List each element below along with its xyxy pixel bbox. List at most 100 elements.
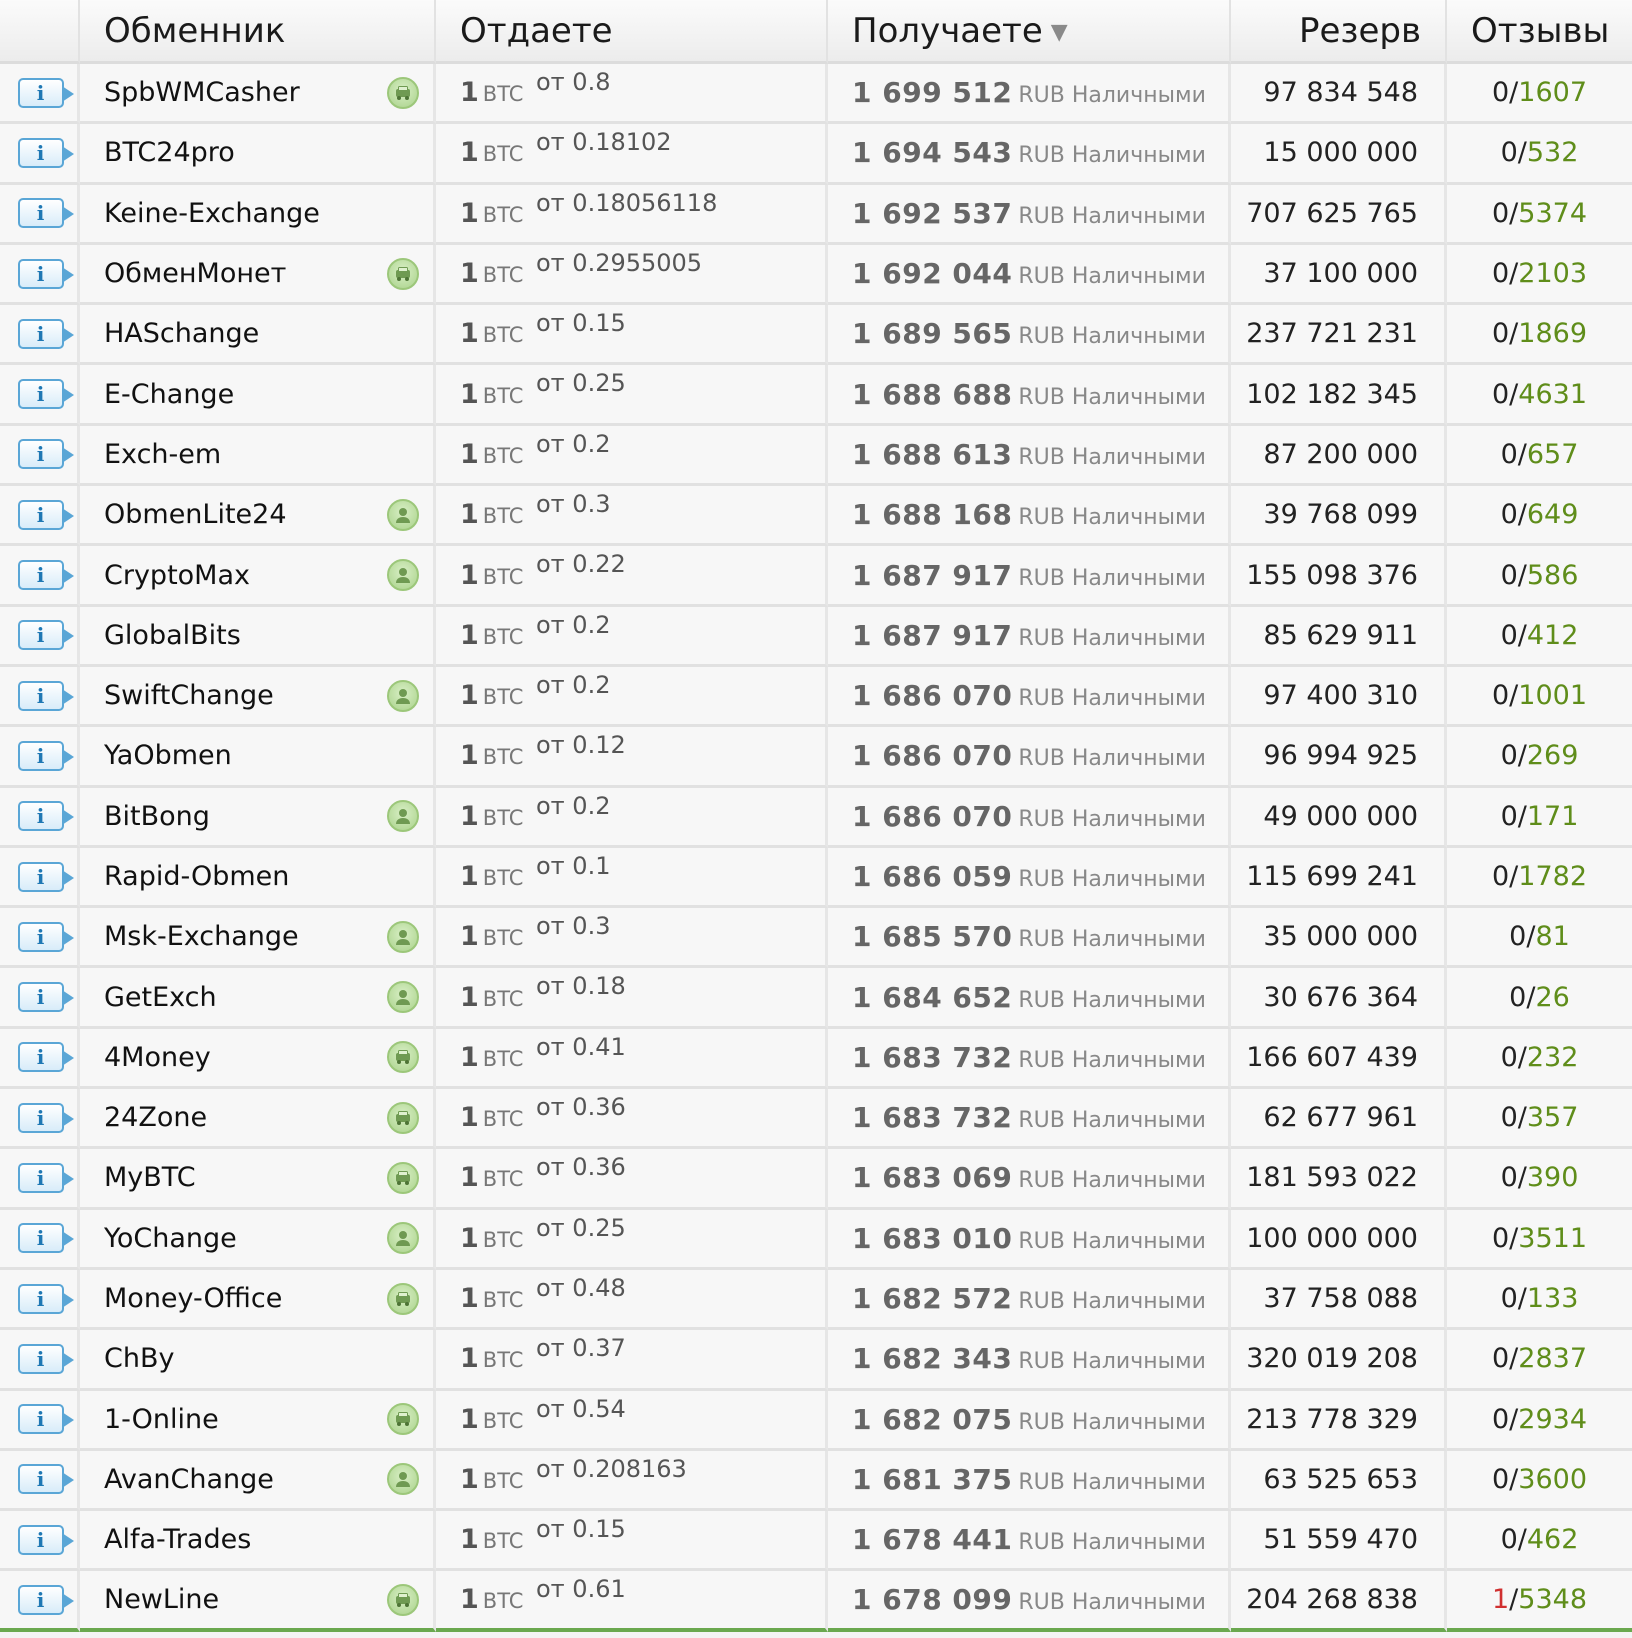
- positive-reviews[interactable]: 657: [1527, 439, 1579, 470]
- info-icon[interactable]: i: [17, 1343, 74, 1374]
- negative-reviews[interactable]: 0: [1492, 1223, 1509, 1254]
- exchanger-name[interactable]: HASchange: [104, 318, 259, 349]
- header-get[interactable]: Получаете ▼: [828, 0, 1231, 64]
- reviews-cell[interactable]: 0/26: [1447, 968, 1632, 1029]
- negative-reviews[interactable]: 0: [1501, 439, 1518, 470]
- positive-reviews[interactable]: 5374: [1518, 198, 1587, 229]
- reviews-cell[interactable]: 0/2103: [1447, 244, 1632, 306]
- reviews-cell[interactable]: 0/1607: [1447, 64, 1632, 125]
- info-icon[interactable]: i: [17, 499, 74, 530]
- positive-reviews[interactable]: 3511: [1518, 1223, 1587, 1254]
- info-icon[interactable]: i: [17, 1464, 74, 1495]
- exchanger-name[interactable]: BitBong: [104, 801, 210, 832]
- reviews-cell[interactable]: 0/81: [1447, 908, 1632, 969]
- exchanger-name[interactable]: SwiftChange: [104, 680, 274, 711]
- header-exchanger[interactable]: Обменник: [80, 0, 436, 64]
- exchanger-name[interactable]: Alfa-Trades: [104, 1524, 251, 1555]
- reviews-cell[interactable]: 0/390: [1447, 1149, 1632, 1210]
- reviews-cell[interactable]: 0/649: [1447, 486, 1632, 547]
- info-icon[interactable]: i: [17, 1404, 74, 1435]
- positive-reviews[interactable]: 1869: [1518, 318, 1587, 349]
- table-row[interactable]: i BTC24pro 1 BTC от 0.18102 1 694 543 RUB Нали…: [0, 124, 1632, 185]
- positive-reviews[interactable]: 232: [1527, 1042, 1579, 1073]
- exchanger-name[interactable]: 4Money: [104, 1042, 211, 1073]
- exchanger-name[interactable]: 24Zone: [104, 1102, 207, 1133]
- info-icon[interactable]: i: [17, 198, 74, 229]
- table-row[interactable]: i 4Money 1 BTC от 0.41 1 683 732 RUB Наличными…: [0, 1028, 1632, 1090]
- reviews-cell[interactable]: 0/232: [1447, 1028, 1632, 1090]
- info-icon[interactable]: i: [17, 620, 74, 651]
- reviews-cell[interactable]: 0/532: [1447, 124, 1632, 185]
- positive-reviews[interactable]: 26: [1535, 982, 1569, 1013]
- negative-reviews[interactable]: 0: [1492, 1404, 1509, 1435]
- info-icon[interactable]: i: [17, 379, 74, 410]
- info-icon[interactable]: i: [17, 861, 74, 892]
- negative-reviews[interactable]: 0: [1501, 620, 1518, 651]
- negative-reviews[interactable]: 0: [1501, 499, 1518, 530]
- info-icon[interactable]: i: [17, 1223, 74, 1254]
- negative-reviews[interactable]: 0: [1492, 1343, 1509, 1374]
- table-row[interactable]: i CryptoMax 1 BTC от 0.22 1 687 917 RUB Наличн…: [0, 546, 1632, 607]
- table-row[interactable]: i ОбменМонет 1 BTC от 0.2955005 1 692 044 RUB …: [0, 244, 1632, 306]
- header-give[interactable]: Отдаете: [436, 0, 828, 64]
- reviews-cell[interactable]: 0/1782: [1447, 847, 1632, 909]
- positive-reviews[interactable]: 1001: [1518, 680, 1587, 711]
- exchanger-name[interactable]: 1-Online: [104, 1404, 219, 1435]
- exchanger-name[interactable]: ObmenLite24: [104, 499, 287, 530]
- exchanger-name[interactable]: ChBy: [104, 1343, 174, 1374]
- exchanger-name[interactable]: Msk-Exchange: [104, 921, 299, 952]
- exchanger-name[interactable]: YoChange: [104, 1223, 237, 1254]
- reviews-cell[interactable]: 1/5348: [1447, 1571, 1632, 1632]
- exchanger-name[interactable]: ОбменМонет: [104, 258, 286, 289]
- negative-reviews[interactable]: 0: [1492, 379, 1509, 410]
- reviews-cell[interactable]: 0/171: [1447, 787, 1632, 848]
- table-row[interactable]: i Exch-em 1 BTC от 0.2 1 688 613 RUB Наличными…: [0, 425, 1632, 487]
- positive-reviews[interactable]: 81: [1535, 921, 1569, 952]
- negative-reviews[interactable]: 0: [1492, 680, 1509, 711]
- negative-reviews[interactable]: 0: [1492, 198, 1509, 229]
- table-row[interactable]: i GlobalBits 1 BTC от 0.2 1 687 917 RUB Наличн…: [0, 606, 1632, 667]
- table-row[interactable]: i Alfa-Trades 1 BTC от 0.15 1 678 441 RUB Нали…: [0, 1511, 1632, 1572]
- exchanger-name[interactable]: Money-Office: [104, 1283, 282, 1314]
- negative-reviews[interactable]: 0: [1509, 982, 1526, 1013]
- exchanger-name[interactable]: E-Change: [104, 379, 234, 410]
- table-row[interactable]: i Rapid-Obmen 1 BTC от 0.1 1 686 059 RUB Налич…: [0, 847, 1632, 909]
- header-reserve[interactable]: Резерв: [1231, 0, 1447, 64]
- table-row[interactable]: i HASchange 1 BTC от 0.15 1 689 565 RUB Наличн…: [0, 305, 1632, 366]
- negative-reviews[interactable]: 0: [1492, 258, 1509, 289]
- positive-reviews[interactable]: 2934: [1518, 1404, 1587, 1435]
- table-row[interactable]: i Msk-Exchange 1 BTC от 0.3 1 685 570 RUB Нали…: [0, 908, 1632, 969]
- negative-reviews[interactable]: 0: [1492, 77, 1509, 108]
- table-row[interactable]: i SwiftChange 1 BTC от 0.2 1 686 070 RUB Налич…: [0, 666, 1632, 728]
- info-icon[interactable]: i: [17, 1162, 74, 1193]
- reviews-cell[interactable]: 0/462: [1447, 1511, 1632, 1572]
- info-icon[interactable]: i: [17, 137, 74, 168]
- positive-reviews[interactable]: 133: [1527, 1283, 1579, 1314]
- table-row[interactable]: i ChBy 1 BTC от 0.37 1 682 343 RUB Наличными 32…: [0, 1330, 1632, 1391]
- positive-reviews[interactable]: 1607: [1518, 77, 1587, 108]
- table-row[interactable]: i Keine-Exchange 1 BTC от 0.18056118 1 692 53…: [0, 184, 1632, 245]
- negative-reviews[interactable]: 0: [1501, 560, 1518, 591]
- negative-reviews[interactable]: 0: [1509, 921, 1526, 952]
- reviews-cell[interactable]: 0/1001: [1447, 666, 1632, 728]
- reviews-cell[interactable]: 0/412: [1447, 606, 1632, 667]
- exchanger-name[interactable]: AvanChange: [104, 1464, 274, 1495]
- negative-reviews[interactable]: 0: [1501, 1102, 1518, 1133]
- info-icon[interactable]: i: [17, 1524, 74, 1555]
- positive-reviews[interactable]: 412: [1527, 620, 1579, 651]
- positive-reviews[interactable]: 357: [1527, 1102, 1579, 1133]
- table-row[interactable]: i MyBTC 1 BTC от 0.36 1 683 069 RUB Наличными 1…: [0, 1149, 1632, 1210]
- table-row[interactable]: i YaObmen 1 BTC от 0.12 1 686 070 RUB Наличным…: [0, 727, 1632, 788]
- table-row[interactable]: i YoChange 1 BTC от 0.25 1 683 010 RUB Наличны…: [0, 1209, 1632, 1270]
- exchanger-name[interactable]: CryptoMax: [104, 560, 250, 591]
- exchanger-name[interactable]: Exch-em: [104, 439, 221, 470]
- exchanger-name[interactable]: BTC24pro: [104, 137, 235, 168]
- info-icon[interactable]: i: [17, 77, 74, 108]
- info-icon[interactable]: i: [17, 258, 74, 289]
- exchanger-name[interactable]: SpbWMCasher: [104, 77, 300, 108]
- negative-reviews[interactable]: 0: [1501, 1162, 1518, 1193]
- info-icon[interactable]: i: [17, 1042, 74, 1073]
- exchanger-name[interactable]: MyBTC: [104, 1162, 196, 1193]
- table-row[interactable]: i AvanChange 1 BTC от 0.208163 1 681 375 RUB Н…: [0, 1450, 1632, 1512]
- info-icon[interactable]: i: [17, 1584, 74, 1615]
